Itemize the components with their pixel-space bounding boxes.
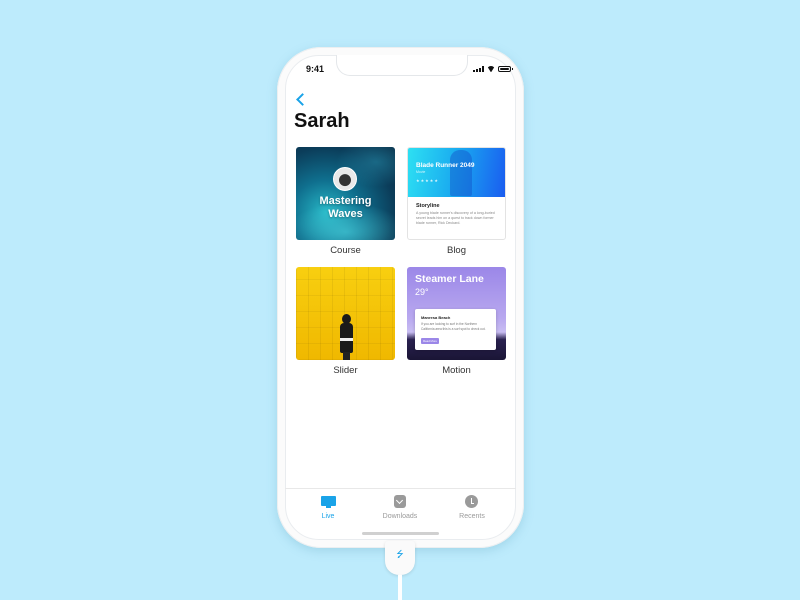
signal-icon [473,66,484,72]
wifi-icon [487,66,495,72]
tab-live[interactable]: Live [298,494,358,520]
course-thumb-line: Mastering [319,195,372,207]
inner-card-body: If you are looking to surf in the Northe… [421,322,486,331]
card-blog[interactable]: Blade Runner 2049 Movie ★★★★★ Storyline … [407,147,506,240]
card-label-slider[interactable]: Slider [296,365,395,376]
course-thumb-line: Waves [328,208,363,220]
blog-hero-title: Blade Runner 2049 [416,162,475,169]
home-indicator[interactable] [362,532,439,535]
clock-icon [465,494,479,510]
motion-inner-card: Manresa Beach If you are looking to surf… [415,309,496,350]
inner-card-button: Read More [421,338,439,344]
course-thumb-title: Mastering Waves [296,195,395,221]
card-label-motion[interactable]: Motion [407,365,506,376]
blog-section-title: Storyline [416,203,440,209]
chevron-left-icon[interactable] [294,92,308,108]
motion-title: Steamer Lane [415,273,484,285]
card-label-blog[interactable]: Blog [407,245,506,256]
card-slider[interactable] [296,267,395,360]
tab-downloads[interactable]: Downloads [370,494,430,520]
page-title: Sarah [294,110,350,132]
phone-notch [336,55,468,76]
download-icon [393,494,407,510]
figure-silhouette [450,150,472,196]
battery-icon [498,66,513,72]
tab-label: Live [321,513,335,520]
avatar [333,167,357,191]
blog-hero-image: Blade Runner 2049 Movie ★★★★★ [408,148,505,197]
status-icons [473,66,513,72]
card-label-course[interactable]: Course [296,245,395,256]
tab-label: Recents [459,513,485,520]
blog-section-body: A young blade runner's discovery of a lo… [416,211,495,225]
rating-stars: ★★★★★ [416,178,439,183]
cable-connector: ⭍ [385,541,415,575]
cable [398,575,402,600]
blog-hero-subtitle: Movie [416,170,426,174]
status-time: 9:41 [306,64,325,74]
tab-bar: Live Downloads Recents [285,488,516,528]
usb-icon: ⭍ [396,549,404,559]
inner-card-title: Manresa Beach [421,315,451,320]
motion-temperature: 29° [415,287,429,297]
card-course[interactable]: Mastering Waves [296,147,395,240]
tab-recents[interactable]: Recents [442,494,502,520]
monitor-icon [320,494,336,510]
tab-label: Downloads [382,513,418,520]
card-motion[interactable]: Steamer Lane 29° Manresa Beach If you ar… [407,267,506,360]
person-figure [340,314,353,360]
